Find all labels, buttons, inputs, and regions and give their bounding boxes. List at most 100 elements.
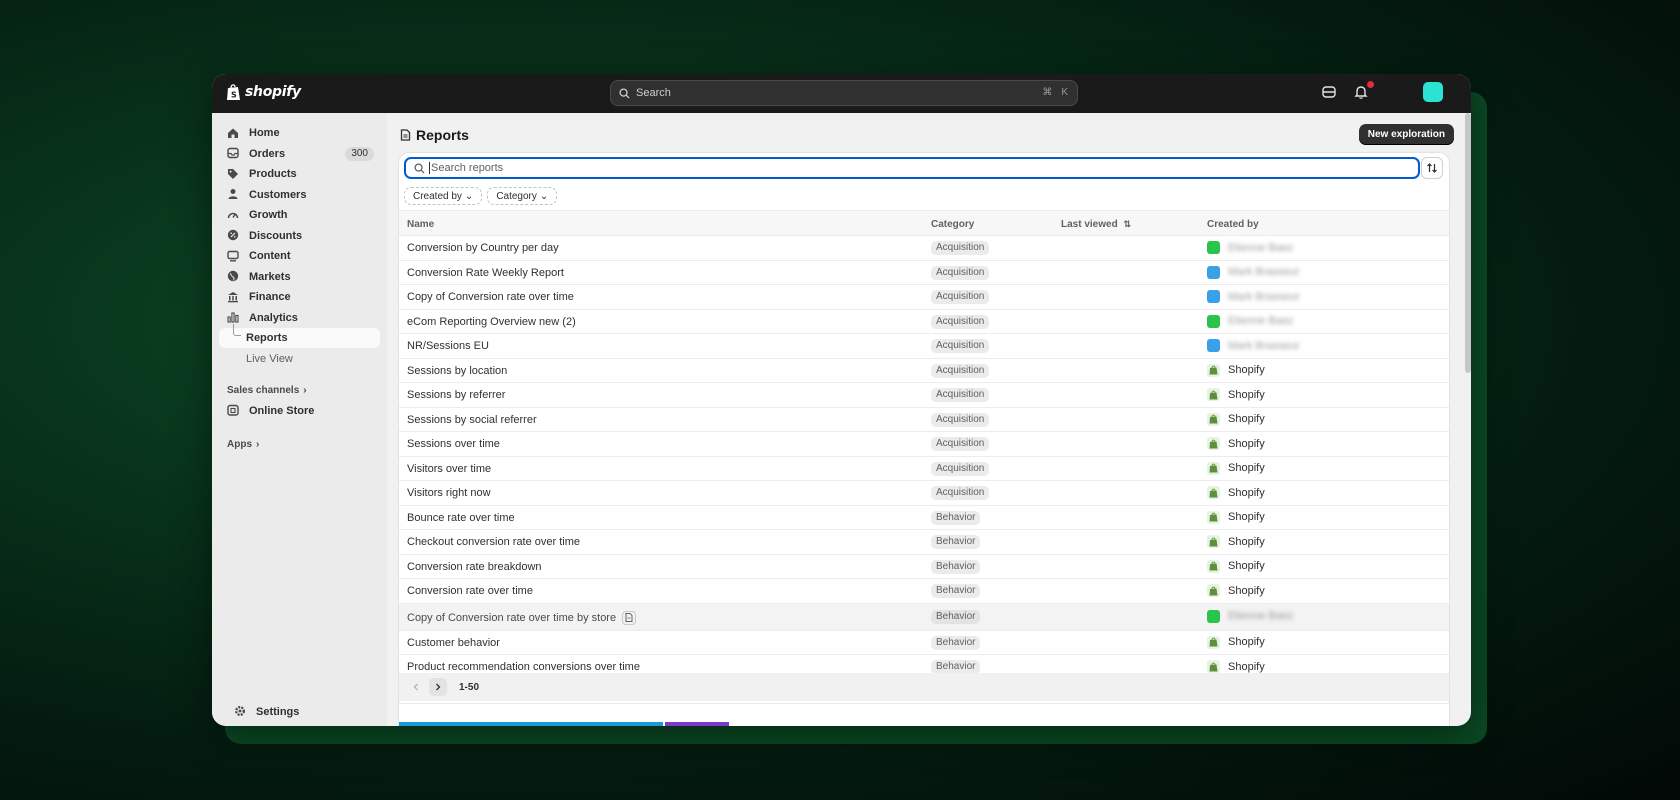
search-icon (414, 162, 425, 174)
search-placeholder: Search (636, 87, 671, 99)
sidebar-item-markets[interactable]: Markets (219, 267, 380, 287)
table-row[interactable]: Sessions by location Acquisition Shopify (399, 359, 1449, 383)
sidebar-item-orders[interactable]: Orders 300 (219, 144, 380, 164)
report-name-cell[interactable]: Conversion rate breakdown (407, 561, 542, 573)
category-filter[interactable]: Category ⌄ (487, 187, 558, 205)
created-by-cell: Shopify (1207, 388, 1265, 401)
category-badge: Behavior (931, 559, 981, 574)
col-created-by[interactable]: Created by (1207, 219, 1259, 230)
created-by-filter[interactable]: Created by ⌄ (404, 187, 483, 205)
table-row[interactable]: Checkout conversion rate over time Behavi… (399, 530, 1449, 555)
creator-name: Shopify (1228, 636, 1265, 648)
sidebar-item-settings[interactable]: Settings (226, 702, 387, 722)
sidebar-item-discounts[interactable]: Discounts (219, 226, 380, 246)
shopify-bag-icon (1207, 510, 1220, 524)
search-reports-input[interactable]: Search reports (404, 157, 1420, 179)
report-name-cell[interactable]: Sessions by social referrer (407, 414, 537, 426)
sidebar-item-home[interactable]: Home (219, 123, 380, 143)
table-row[interactable]: Visitors over time Acquisition Shopify (399, 457, 1449, 481)
sidebar-item-live-view[interactable]: Live View (219, 349, 380, 369)
shopify-logo[interactable]: S shopify (226, 83, 301, 101)
store-switcher-button[interactable] (1321, 84, 1339, 102)
table-row[interactable]: Conversion rate breakdown Behavior Shopify (399, 555, 1449, 579)
sidebar-item-analytics[interactable]: Analytics (219, 308, 380, 328)
report-name-cell[interactable]: Copy of Conversion rate over time (407, 291, 574, 303)
category-badge: Acquisition (931, 437, 990, 451)
page-range: 1-50 (459, 681, 480, 693)
report-name-cell[interactable]: NR/Sessions EU (407, 340, 489, 352)
table-row[interactable]: Conversion rate over time Behavior Shopify (399, 579, 1449, 604)
created-by-cell: Mark Brasseur (1207, 339, 1300, 352)
report-name-cell[interactable]: Sessions by location (407, 365, 507, 377)
global-search[interactable]: Search ⌘ K (610, 80, 1078, 106)
report-name-cell[interactable]: Sessions by referrer (407, 389, 505, 401)
sort-button[interactable] (1421, 157, 1443, 179)
created-by-cell: Shopify (1207, 437, 1265, 450)
report-name-cell[interactable]: Visitors over time (407, 463, 491, 475)
apps-header[interactable]: Apps › (219, 435, 380, 455)
home-icon (227, 127, 240, 140)
sidebar-item-products[interactable]: Products (219, 164, 380, 184)
sidebar-item-label: Analytics (249, 311, 298, 324)
sidebar-item-finance[interactable]: Finance (219, 287, 380, 307)
shopify-bag-icon (1207, 363, 1220, 377)
report-name-cell[interactable]: Sessions over time (407, 438, 500, 450)
col-last-viewed[interactable]: Last viewed ⇅ (1061, 219, 1131, 230)
section-label: Sales channels (227, 385, 300, 396)
sidebar-item-growth[interactable]: Growth (219, 205, 380, 225)
new-exploration-button[interactable]: New exploration (1358, 124, 1454, 145)
sidebar-item-online-store[interactable]: Online Store (219, 401, 380, 421)
inbox-icon (227, 147, 240, 160)
table-row[interactable]: Conversion Rate Weekly Report Acquisition… (399, 261, 1449, 285)
table-row[interactable]: NR/Sessions EU Acquisition Mark Brasseur (399, 334, 1449, 359)
col-name[interactable]: Name (407, 219, 434, 230)
report-name: NR/Sessions EU (407, 340, 489, 352)
table-row[interactable]: Customer behavior Behavior Shopify (399, 631, 1449, 655)
prev-page-button[interactable] (407, 678, 425, 696)
user-avatar[interactable] (1423, 82, 1443, 102)
creator-name: Shopify (1228, 437, 1265, 450)
report-name: Bounce rate over time (407, 511, 515, 524)
sidebar-nav: Home Orders 300 Products Customers Growt… (212, 113, 387, 369)
report-name-cell[interactable]: Conversion Rate Weekly Report (407, 267, 564, 279)
report-name: Product recommendation conversions over … (407, 661, 640, 673)
table-row[interactable]: Sessions over time Acquisition Shopify (399, 432, 1449, 457)
creator-name: Shopify (1228, 388, 1265, 401)
report-name-cell[interactable]: Conversion rate over time (407, 585, 533, 597)
chevron-left-icon (413, 683, 418, 691)
creator-name: Shopify (1228, 535, 1265, 548)
sidebar-item-customers[interactable]: Customers (219, 185, 380, 205)
shopify-bag-icon (1207, 660, 1220, 673)
next-page-button[interactable] (429, 678, 447, 696)
table-row[interactable]: Copy of Conversion rate over time Acquisi… (399, 285, 1449, 310)
report-name: Conversion by Country per day (407, 242, 559, 254)
sales-channels-header[interactable]: Sales channels › (219, 381, 380, 401)
table-row[interactable]: Conversion by Country per day Acquisition… (399, 236, 1449, 261)
created-by-cell: Shopify (1207, 510, 1265, 524)
tag-icon (227, 168, 240, 181)
report-name-cell[interactable]: Bounce rate over time (407, 512, 515, 524)
report-name-cell[interactable]: Conversion by Country per day (407, 242, 559, 254)
sidebar-item-label: Content (249, 250, 291, 262)
notifications-button[interactable] (1353, 81, 1374, 102)
report-name-cell[interactable]: Product recommendation conversions over … (407, 661, 640, 673)
table-row[interactable]: eCom Reporting Overview new (2) Acquisiti… (399, 310, 1449, 334)
creator-name: Mark Brasseur (1228, 266, 1300, 278)
document-icon (622, 610, 637, 625)
table-row[interactable]: Copy of Conversion rate over time by sto… (399, 603, 1449, 631)
table-row[interactable]: Bounce rate over time Behavior Shopify (399, 506, 1449, 530)
report-name-cell[interactable]: Checkout conversion rate over time (407, 536, 580, 548)
page-scrollbar[interactable] (1465, 113, 1471, 373)
category-badge: Behavior (931, 635, 981, 650)
report-name-cell[interactable]: Visitors right now (407, 487, 491, 499)
table-row[interactable]: Visitors right now Acquisition Shopify (399, 481, 1449, 506)
table-row[interactable]: Sessions by referrer Acquisition Shopify (399, 383, 1449, 408)
col-category[interactable]: Category (931, 219, 974, 230)
report-name-cell[interactable]: Customer behavior (407, 637, 500, 649)
report-name-cell[interactable]: eCom Reporting Overview new (2) (407, 316, 576, 328)
sidebar-item-reports[interactable]: Reports (219, 324, 380, 348)
sidebar-item-content[interactable]: Content (219, 246, 380, 266)
section-label: Apps (227, 439, 252, 450)
report-name-cell[interactable]: Copy of Conversion rate over time by sto… (407, 610, 637, 625)
table-row[interactable]: Sessions by social referrer Acquisition Sh… (399, 408, 1449, 432)
